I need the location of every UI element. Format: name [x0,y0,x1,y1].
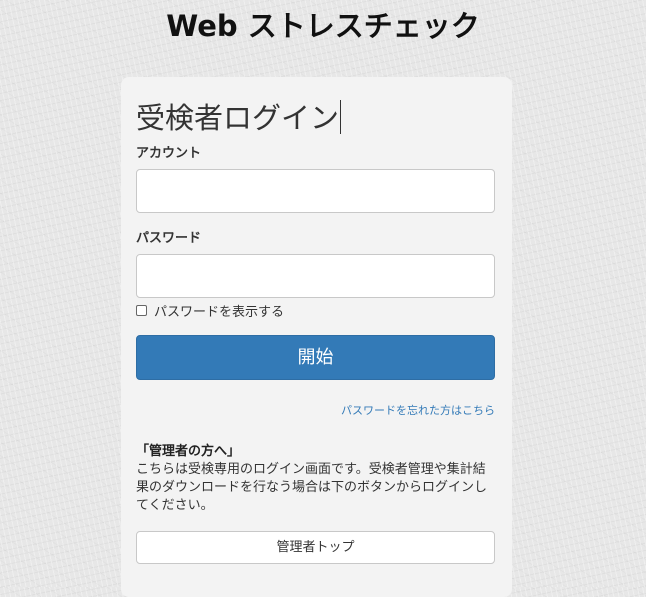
login-heading-text: 受検者ログイン [136,101,340,135]
show-password-label: パスワードを表示する [154,304,285,320]
show-password-checkbox[interactable] [136,304,147,316]
forgot-password-link[interactable]: パスワードを忘れた方はこちら [341,403,495,419]
login-heading: 受検者ログイン [136,99,342,137]
start-button[interactable]: 開始 [136,335,495,380]
password-label: パスワード [136,231,202,246]
show-password-toggle[interactable]: パスワードを表示する [136,301,285,320]
account-input[interactable] [136,169,495,213]
text-cursor [340,100,342,134]
login-card: 受検者ログイン アカウント パスワード パスワードを表示する 開始 パスワードを… [121,77,512,597]
admin-top-button[interactable]: 管理者トップ [136,531,495,564]
site-title: Web ストレスチェック [166,9,480,43]
admin-notice-heading: 「管理者の方へ」 [136,444,241,459]
account-label: アカウント [136,146,202,161]
password-input[interactable] [136,254,495,298]
admin-notice-text: こちらは受検専用のログイン画面です。受検者管理や集計結果のダウンロードを行なう場… [136,462,488,513]
